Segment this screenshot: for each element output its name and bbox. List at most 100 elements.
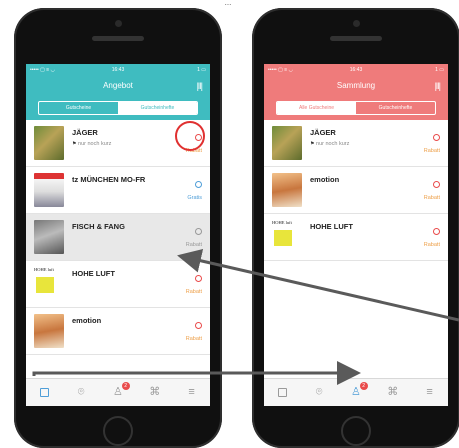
magazine-cover — [34, 173, 64, 207]
status-badge: Gratis — [172, 175, 202, 201]
status-badge: Rabatt — [172, 316, 202, 342]
camera — [115, 20, 122, 27]
status-badge: Rabatt — [410, 175, 440, 201]
list-item[interactable]: tz MÜNCHEN MO-FR Gratis — [26, 167, 210, 214]
qr-code-icon[interactable]: ⌘ — [374, 379, 411, 406]
item-title: HOHE LUFT — [310, 222, 353, 231]
segmented-control: Gutscheine Gutscheinhefte — [26, 98, 210, 120]
status-bar: ••••• ▢ ≡ ◡ 16:43 1 ▭ — [26, 64, 210, 76]
list-item[interactable]: FISCH & FANG Rabatt — [26, 214, 210, 261]
sliders-icon[interactable]: |‖| — [435, 81, 441, 91]
phone-left: ••••• ▢ ≡ ◡ 16:43 1 ▭ Angebot |‖| Gutsch… — [14, 8, 222, 448]
menu-icon[interactable]: ≡ — [173, 379, 210, 406]
segment-gutscheine[interactable]: Gutscheine — [39, 102, 118, 114]
qr-code-icon[interactable]: ⌘ — [136, 379, 173, 406]
menu-icon[interactable]: ≡ — [411, 379, 448, 406]
profile-icon[interactable]: ♙ 2 — [100, 379, 137, 406]
location-icon[interactable]: ⌾ — [301, 379, 338, 406]
screen-left: ••••• ▢ ≡ ◡ 16:43 1 ▭ Angebot |‖| Gutsch… — [26, 64, 210, 406]
home-button[interactable] — [341, 416, 371, 446]
item-title: emotion — [72, 316, 102, 325]
location-icon[interactable]: ⌾ — [63, 379, 100, 406]
segmented-control: Alle Gutscheine Gutscheinhefte — [264, 98, 448, 120]
camera — [353, 20, 360, 27]
status-badge: Rabatt — [410, 128, 440, 154]
status-badge: Rabatt — [172, 222, 202, 248]
item-subtitle: ⚑ nur noch kurz — [72, 141, 111, 147]
status-time: 16:43 — [349, 67, 363, 73]
item-title: emotion — [310, 175, 340, 184]
magazine-cover: HOHE luft — [34, 267, 64, 301]
magazine-list: JÄGER ⚑ nur noch kurz Rabatt tz MÜNCHEN … — [26, 120, 210, 378]
screen-right: ••••• ▢ ≡ ◡ 16:43 1 ▭ Sammlung |‖| Alle … — [264, 64, 448, 406]
navbar: Sammlung |‖| — [264, 76, 448, 98]
page-title: Sammlung — [336, 81, 376, 90]
caption-top: ... — [224, 0, 232, 7]
status-battery: 1 ▭ — [197, 67, 206, 73]
item-subtitle-text: nur noch kurz — [316, 141, 350, 147]
status-dot — [195, 322, 202, 329]
phone-right: ••••• ▢ ≡ ◡ 16:43 1 ▭ Sammlung |‖| Alle … — [252, 8, 459, 448]
cards-icon[interactable] — [26, 379, 63, 406]
page-title: Angebot — [103, 81, 133, 90]
header-left: ••••• ▢ ≡ ◡ 16:43 1 ▭ Angebot |‖| Gutsch… — [26, 64, 210, 120]
magazine-cover — [34, 220, 64, 254]
status-bar: ••••• ▢ ≡ ◡ 16:43 1 ▭ — [264, 64, 448, 76]
magazine-cover: HOHE luft — [272, 220, 302, 254]
cover-logo: HOHE luft — [272, 220, 292, 225]
list-item[interactable]: emotion Rabatt — [26, 308, 210, 355]
status-badge: Rabatt — [172, 269, 202, 295]
list-item[interactable]: emotion Rabatt — [264, 167, 448, 214]
status-dot — [433, 181, 440, 188]
highlight-circle — [175, 121, 205, 151]
status-dot — [433, 228, 440, 235]
status-dot — [195, 181, 202, 188]
status-label: Rabatt — [423, 242, 440, 248]
tab-bar: ⌾ ♙ 2 ⌘ ≡ — [26, 378, 210, 406]
magazine-cover — [34, 126, 64, 160]
item-title: tz MÜNCHEN MO-FR — [72, 175, 146, 184]
magazine-cover — [272, 173, 302, 207]
item-title: JÄGER — [310, 128, 336, 137]
notification-badge: 2 — [121, 382, 130, 390]
item-title: FISCH & FANG — [72, 222, 125, 231]
header-right: ••••• ▢ ≡ ◡ 16:43 1 ▭ Sammlung |‖| Alle … — [264, 64, 448, 120]
status-badge: Rabatt — [410, 222, 440, 248]
status-dot — [433, 134, 440, 141]
status-label: Rabatt — [185, 242, 202, 248]
collection-list: JÄGER ⚑ nur noch kurz Rabatt emotion Rab… — [264, 120, 448, 378]
segment-alle-gutscheine[interactable]: Alle Gutscheine — [277, 102, 356, 114]
segment-gutscheinhefte[interactable]: Gutscheinhefte — [356, 102, 435, 114]
status-time: 16:43 — [111, 67, 125, 73]
notification-badge: 2 — [359, 382, 368, 390]
item-subtitle: ⚑ nur noch kurz — [310, 141, 349, 147]
item-title: JÄGER — [72, 128, 98, 137]
item-subtitle-text: nur noch kurz — [78, 141, 112, 147]
flag-icon: ⚑ — [72, 141, 77, 147]
sliders-icon[interactable]: |‖| — [197, 81, 203, 91]
status-label: Rabatt — [423, 195, 440, 201]
list-item[interactable]: HOHE luft HOHE LUFT Rabatt — [26, 261, 210, 308]
item-title: HOHE LUFT — [72, 269, 115, 278]
list-item[interactable]: HOHE luft HOHE LUFT Rabatt — [264, 214, 448, 261]
status-battery: 1 ▭ — [435, 67, 444, 73]
home-button[interactable] — [103, 416, 133, 446]
list-item[interactable]: JÄGER ⚑ nur noch kurz Rabatt — [264, 120, 448, 167]
magazine-cover — [34, 314, 64, 348]
status-label: Rabatt — [423, 148, 440, 154]
status-label: Rabatt — [185, 336, 202, 342]
speaker — [330, 36, 382, 41]
status-label: Rabatt — [185, 289, 202, 295]
status-label: Gratis — [187, 195, 202, 201]
segment-gutscheinhefte[interactable]: Gutscheinhefte — [118, 102, 197, 114]
status-dot — [195, 275, 202, 282]
cover-logo: HOHE luft — [34, 267, 54, 272]
speaker — [92, 36, 144, 41]
flag-icon: ⚑ — [310, 141, 315, 147]
tab-bar: ⌾ ♙ 2 ⌘ ≡ — [264, 378, 448, 406]
cards-icon[interactable] — [264, 379, 301, 406]
status-dot — [195, 228, 202, 235]
navbar: Angebot |‖| — [26, 76, 210, 98]
profile-icon[interactable]: ♙ 2 — [338, 379, 375, 406]
magazine-cover — [272, 126, 302, 160]
